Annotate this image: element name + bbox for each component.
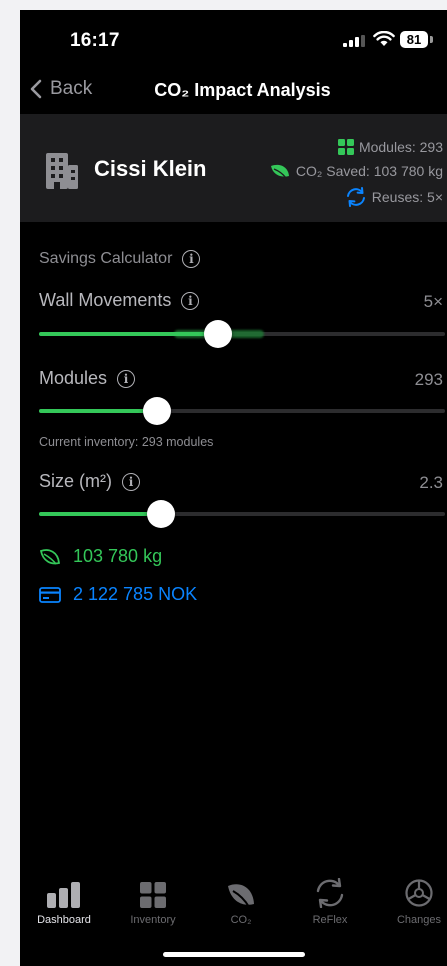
tab-dashboard-label: Dashboard [37, 914, 91, 926]
wall-movements-label-text: Wall Movements [39, 290, 172, 310]
refresh-icon [346, 187, 365, 207]
tab-co2-label: CO₂ [230, 914, 252, 926]
battery-nub [430, 36, 433, 43]
co2-saved-stat: CO₂ Saved: 103 780 kg [269, 163, 443, 179]
building-icon [46, 153, 78, 189]
info-icon[interactable]: i [181, 291, 200, 310]
modules-label: Modules i [39, 368, 136, 389]
reuses-stat: Reuses: 5× [345, 187, 443, 207]
info-icon[interactable]: i [117, 369, 136, 388]
wall-movements-value: 5× [423, 292, 443, 311]
slider-thumb[interactable] [142, 397, 171, 425]
navigation-bar: Back CO₂ Impact Analysis [20, 70, 447, 114]
modules-label-text: Modules [39, 368, 108, 388]
steering-wheel-icon [405, 879, 433, 907]
tab-inventory-label: Inventory [130, 914, 176, 926]
bar-chart-icon [47, 882, 80, 908]
co2-result-value: 103 780 kg [73, 546, 163, 566]
tab-changes[interactable]: Changes [376, 874, 447, 926]
phone-screen: 16:17 81 Back CO₂ Impact Analysis Cissi … [20, 10, 447, 966]
cost-result-value: 2 122 785 NOK [73, 584, 198, 604]
size-label-text: Size (m²) [39, 471, 112, 491]
tab-co2[interactable]: CO₂ [198, 874, 284, 926]
info-icon[interactable]: i [122, 472, 140, 491]
tab-inventory[interactable]: Inventory [110, 874, 196, 926]
client-name: Cissi Klein [94, 156, 207, 181]
modules-slider[interactable] [39, 397, 445, 425]
size-slider[interactable] [39, 500, 445, 528]
tab-dashboard[interactable]: Dashboard [21, 874, 107, 926]
credit-card-icon [39, 586, 61, 603]
grid-icon [337, 139, 354, 155]
page-title: CO₂ Impact Analysis [154, 80, 331, 100]
info-icon[interactable]: i [182, 250, 201, 268]
slider-fill [39, 409, 157, 413]
modules-stat: Modules: 293 [337, 139, 443, 155]
grid-icon [140, 882, 166, 908]
tab-reflex[interactable]: ReFlex [287, 874, 373, 926]
slider-thumb[interactable] [146, 500, 175, 528]
wall-movements-slider[interactable] [39, 320, 445, 348]
wall-movements-label: Wall Movements i [39, 290, 200, 311]
wifi-icon [373, 31, 395, 46]
refresh-icon [316, 878, 344, 908]
slider-fill [39, 332, 218, 336]
cellular-signal-icon [343, 35, 365, 47]
leaf-icon [228, 884, 254, 908]
leaf-icon [270, 164, 289, 179]
cost-result: 2 122 785 NOK [39, 584, 197, 605]
status-bar: 16:17 81 [20, 10, 447, 70]
tab-reflex-label: ReFlex [312, 914, 348, 926]
tab-bar: Dashboard Inventory CO₂ ReFlex Changes [20, 874, 447, 934]
reuses-stat-text: Reuses: 5× [371, 189, 443, 205]
modules-value: 293 [414, 370, 443, 389]
modules-stat-text: Modules: 293 [358, 139, 443, 155]
client-summary-card: Cissi Klein Modules: 293 CO₂ Saved: 103 … [20, 114, 447, 222]
leaf-outline-icon [39, 548, 60, 564]
savings-calculator-label: Savings Calculator [39, 250, 173, 267]
slider-fill [39, 512, 161, 516]
home-indicator[interactable] [163, 952, 305, 957]
co2-result: 103 780 kg [39, 546, 162, 567]
inventory-hint: Current inventory: 293 modules [39, 435, 214, 449]
size-value: 2.3 [419, 473, 443, 492]
battery-indicator: 81 [400, 31, 428, 48]
slider-thumb[interactable] [203, 320, 232, 348]
status-time: 16:17 [70, 30, 120, 51]
size-label: Size (m²) i [39, 471, 140, 492]
co2-saved-stat-text: CO₂ Saved: 103 780 kg [295, 163, 443, 179]
tab-changes-label: Changes [396, 914, 442, 926]
savings-calculator-title: Savings Calculator i [39, 250, 201, 268]
